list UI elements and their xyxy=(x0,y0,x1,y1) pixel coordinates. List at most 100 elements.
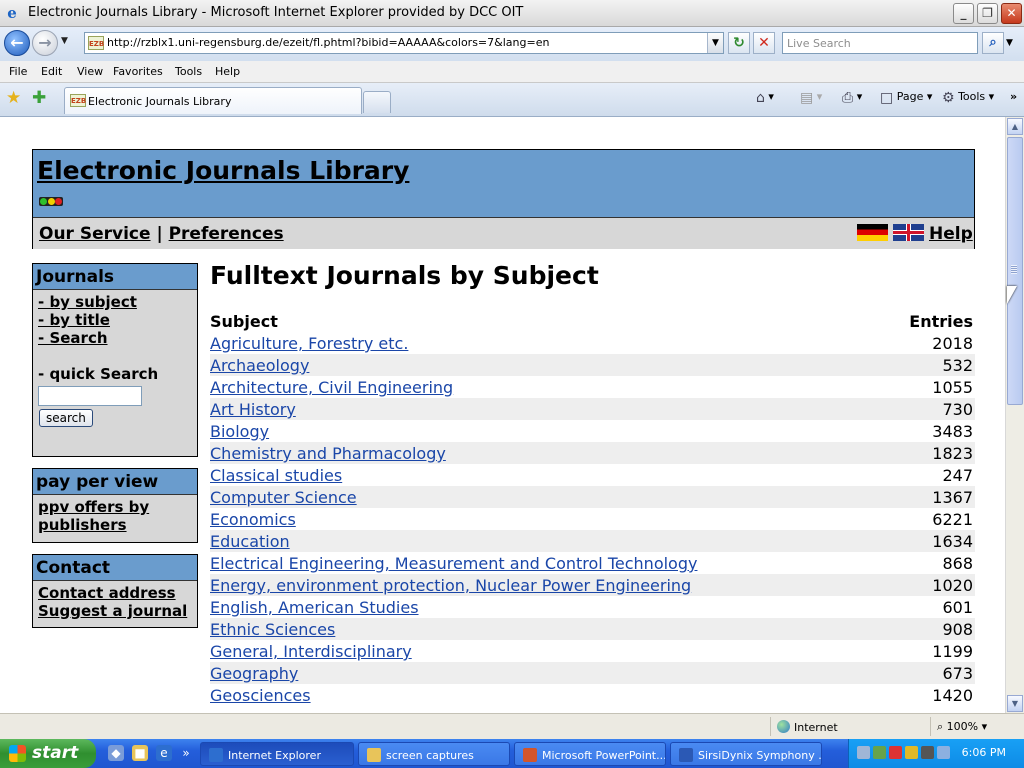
window-title: Electronic Journals Library - Microsoft … xyxy=(28,5,524,20)
add-favorite-icon[interactable]: ✚ xyxy=(32,88,46,108)
subject-link[interactable]: Agriculture, Forestry etc. xyxy=(210,334,408,353)
subject-link[interactable]: Classical studies xyxy=(210,466,342,485)
menu-help[interactable]: Help xyxy=(215,65,240,78)
subject-link[interactable]: Geography xyxy=(210,664,298,683)
subject-link[interactable]: Economics xyxy=(210,510,296,529)
new-tab-button[interactable] xyxy=(363,91,391,113)
window-titlebar: e Electronic Journals Library - Microsof… xyxy=(0,0,1024,27)
scroll-down-icon[interactable]: ▼ xyxy=(1007,695,1023,712)
help-link[interactable]: Help xyxy=(929,224,973,244)
subject-link[interactable]: Electrical Engineering, Measurement and … xyxy=(210,554,697,573)
quicklaunch-more-icon[interactable]: » xyxy=(178,745,194,761)
subject-link[interactable]: Education xyxy=(210,532,290,551)
close-button[interactable]: ✕ xyxy=(1001,3,1022,24)
address-dropdown-icon[interactable]: ▼ xyxy=(707,33,723,53)
tab-label: Electronic Journals Library xyxy=(88,95,232,108)
feeds-icon[interactable]: ▤ ▾ xyxy=(800,90,822,106)
scroll-up-icon[interactable]: ▲ xyxy=(1007,118,1023,135)
ppv-offers-link[interactable]: ppv offers by publishers xyxy=(38,498,192,534)
minimize-button[interactable]: _ xyxy=(953,3,974,24)
subject-link[interactable]: Art History xyxy=(210,400,296,419)
table-row: Geosciences 1420 xyxy=(210,684,975,706)
entries-count: 532 xyxy=(942,356,973,375)
zoom-control[interactable]: ⌕ 100% ▾ xyxy=(930,717,1010,736)
forward-button[interactable]: → xyxy=(32,30,58,56)
restore-button[interactable]: ❐ xyxy=(977,3,998,24)
shield-tray-icon[interactable] xyxy=(905,746,918,759)
entries-count: 868 xyxy=(942,554,973,573)
contact-heading: Contact xyxy=(33,555,197,581)
menu-edit[interactable]: Edit xyxy=(41,65,62,78)
back-button[interactable]: ← xyxy=(4,30,30,56)
antivirus-tray-icon[interactable] xyxy=(889,746,902,759)
page-menu-button[interactable]: □ Page ▾ xyxy=(880,90,932,106)
vertical-scrollbar[interactable]: ▲ ▼ xyxy=(1005,117,1024,713)
site-title-link[interactable]: Electronic Journals Library xyxy=(37,156,409,185)
german-flag-icon[interactable] xyxy=(857,224,888,241)
subject-link[interactable]: Chemistry and Pharmacology xyxy=(210,444,446,463)
uk-flag-icon[interactable] xyxy=(893,224,924,241)
search-options-dropdown-icon[interactable]: ▼ xyxy=(1006,38,1013,48)
live-search-input[interactable]: Live Search xyxy=(782,32,978,54)
quicklaunch-ie-icon[interactable]: e xyxy=(156,745,172,761)
more-chevron-icon[interactable]: » xyxy=(1010,90,1017,103)
display-tray-icon[interactable] xyxy=(937,746,950,759)
quicklaunch-folder-icon[interactable]: ■ xyxy=(132,745,148,761)
subject-link[interactable]: Archaeology xyxy=(210,356,309,375)
table-row: Classical studies 247 xyxy=(210,464,975,486)
favorites-star-icon[interactable]: ★ xyxy=(6,88,21,108)
home-icon[interactable]: ⌂ ▾ xyxy=(756,90,774,106)
preferences-link[interactable]: Preferences xyxy=(169,224,284,244)
subject-link[interactable]: Biology xyxy=(210,422,269,441)
network-tray-icon[interactable] xyxy=(857,746,870,759)
quicklaunch-outlook-icon[interactable]: ◆ xyxy=(108,745,124,761)
entries-count: 601 xyxy=(942,598,973,617)
subject-link[interactable]: Architecture, Civil Engineering xyxy=(210,378,453,397)
windows-taskbar: start ◆ ■ e » Internet Explorer screen c… xyxy=(0,739,1024,768)
start-button[interactable]: start xyxy=(0,739,96,768)
taskbar-internet-explorer[interactable]: Internet Explorer xyxy=(200,742,354,766)
table-row: Archaeology 532 xyxy=(210,354,975,376)
menu-view[interactable]: View xyxy=(77,65,103,78)
by-subject-link[interactable]: - by subject xyxy=(38,293,192,311)
subject-link[interactable]: English, American Studies xyxy=(210,598,419,617)
recent-pages-dropdown-icon[interactable]: ▼ xyxy=(61,36,68,46)
mouse-cursor-icon xyxy=(1007,286,1017,304)
subject-link[interactable]: Energy, environment protection, Nuclear … xyxy=(210,576,691,595)
taskbar-sirsidynix[interactable]: SirsiDynix Symphony ... xyxy=(670,742,822,766)
entries-count: 908 xyxy=(942,620,973,639)
update-tray-icon[interactable] xyxy=(873,746,886,759)
subject-link[interactable]: Ethnic Sciences xyxy=(210,620,335,639)
subject-link[interactable]: Geosciences xyxy=(210,686,311,705)
quick-search-input[interactable] xyxy=(38,386,142,406)
address-field[interactable]: EZB http://rzblx1.uni-regensburg.de/ezei… xyxy=(84,32,724,54)
volume-tray-icon[interactable] xyxy=(921,746,934,759)
table-row: Computer Science 1367 xyxy=(210,486,975,508)
search-link[interactable]: - Search xyxy=(38,329,192,347)
taskbar-powerpoint[interactable]: Microsoft PowerPoint... xyxy=(514,742,666,766)
suggest-journal-link[interactable]: Suggest a journal xyxy=(38,602,192,620)
table-row: Art History 730 xyxy=(210,398,975,420)
taskbar-screen-captures[interactable]: screen captures xyxy=(358,742,510,766)
menu-bar: File Edit View Favorites Tools Help xyxy=(0,61,1024,83)
table-row: Agriculture, Forestry etc. 2018 xyxy=(210,332,975,354)
stop-button[interactable]: ✕ xyxy=(753,32,775,54)
subject-link[interactable]: General, Interdisciplinary xyxy=(210,642,412,661)
by-title-link[interactable]: - by title xyxy=(38,311,192,329)
url-text[interactable]: http://rzblx1.uni-regensburg.de/ezeit/fl… xyxy=(107,36,549,49)
search-icon[interactable]: ⌕ xyxy=(982,32,1004,54)
subject-link[interactable]: Computer Science xyxy=(210,488,357,507)
print-icon[interactable]: ⎙ ▾ xyxy=(842,90,862,106)
menu-tools[interactable]: Tools xyxy=(175,65,202,78)
tools-menu-button[interactable]: ⚙ Tools ▾ xyxy=(942,90,994,106)
refresh-button[interactable]: ↻ xyxy=(728,32,750,54)
contact-address-link[interactable]: Contact address xyxy=(38,584,192,602)
menu-file[interactable]: File xyxy=(9,65,27,78)
our-service-link[interactable]: Our Service xyxy=(39,224,151,244)
table-row: Education 1634 xyxy=(210,530,975,552)
tab-electronic-journals[interactable]: EZB Electronic Journals Library xyxy=(64,87,362,114)
quick-search-button[interactable]: search xyxy=(39,409,93,427)
entries-count: 1823 xyxy=(932,444,973,463)
table-row: Geography 673 xyxy=(210,662,975,684)
menu-favorites[interactable]: Favorites xyxy=(113,65,163,78)
